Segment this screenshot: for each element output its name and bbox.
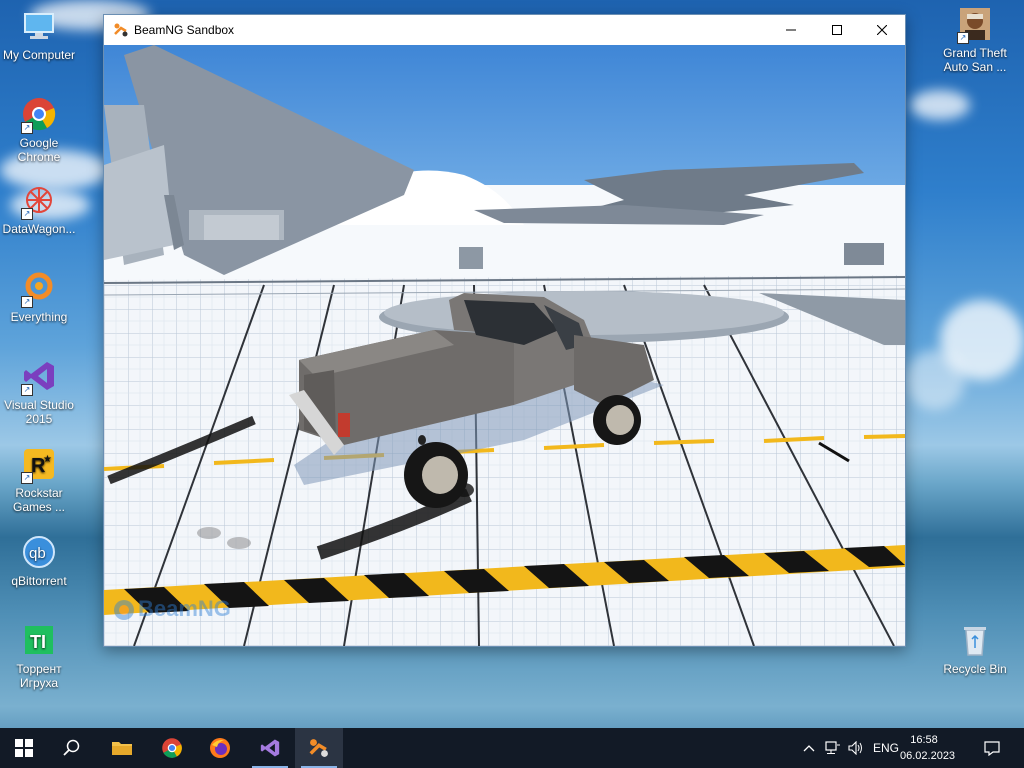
desktop-icon-visual-studio[interactable]: ↗ Visual Studio 2015 [0, 358, 81, 426]
desktop-icon-gta-san-andreas[interactable]: ↗ Grand Theft Auto San ... [933, 6, 1017, 74]
window-titlebar[interactable]: BeamNG Sandbox [104, 15, 905, 45]
notifications-button[interactable] [976, 728, 1008, 768]
datawagon-icon: ↗ [21, 182, 57, 220]
search-icon [63, 739, 80, 756]
chrome-icon [162, 738, 182, 758]
firefox-icon [210, 738, 230, 758]
desktop-icon-torrent-igruha[interactable]: TI Торрент Игруха [0, 622, 81, 690]
clock-time: 16:58 [910, 734, 938, 746]
shortcut-arrow-icon: ↗ [21, 472, 33, 484]
shortcut-arrow-icon: ↗ [21, 208, 33, 220]
desktop-icon-label: Recycle Bin [943, 662, 1007, 676]
visual-studio-icon: ↗ [21, 358, 57, 396]
network-icon [825, 741, 840, 754]
taskbar-visual-studio[interactable] [246, 728, 294, 768]
desktop-icon-label: Grand Theft Auto San ... [943, 46, 1007, 74]
taskbar-chrome[interactable] [148, 728, 196, 768]
tray-overflow-button[interactable] [798, 728, 820, 768]
taskbar-firefox[interactable] [196, 728, 244, 768]
close-icon [877, 25, 887, 35]
svg-text:★: ★ [43, 454, 52, 465]
shortcut-arrow-icon: ↗ [21, 122, 33, 134]
game-viewport[interactable]: BeamNG [104, 45, 905, 646]
beamng-app-icon [309, 739, 328, 757]
desktop-icon-everything[interactable]: ↗ Everything [0, 270, 81, 324]
beamng-watermark-logo [114, 600, 134, 620]
desktop-icon-recycle-bin[interactable]: Recycle Bin [933, 622, 1017, 676]
maximize-icon [832, 25, 842, 35]
desktop-icon-label: My Computer [2, 48, 76, 62]
network-button[interactable] [822, 728, 844, 768]
taskbar-file-explorer[interactable] [98, 728, 146, 768]
qbittorrent-icon: qb [21, 534, 57, 570]
svg-text:TI: TI [30, 632, 46, 652]
desktop-icon-google-chrome[interactable]: ↗ Google Chrome [0, 96, 81, 164]
windows-logo-icon [15, 739, 33, 757]
desktop-icon-label: qBittorrent [11, 574, 67, 588]
beamng-app-icon [113, 22, 129, 38]
shortcut-arrow-icon: ↗ [957, 32, 969, 44]
window-title: BeamNG Sandbox [134, 23, 235, 37]
clock[interactable]: 16:58 06.02.2023 [900, 732, 956, 764]
desktop-icon-label: Торрент Игруха [16, 662, 62, 690]
taskbar: ENG 16:58 06.02.2023 [0, 728, 1024, 768]
desktop-icon-label: Rockstar Games ... [12, 486, 65, 514]
desktop-icon-label: Everything [10, 310, 68, 324]
start-button[interactable] [0, 728, 48, 768]
svg-text:qb: qb [29, 545, 46, 562]
rockstar-icon: R ★ ↗ [21, 446, 57, 484]
minimize-button[interactable] [768, 15, 814, 45]
folder-icon [112, 742, 132, 755]
gta-san-andreas-icon: ↗ [957, 6, 993, 44]
torrent-igruha-icon: TI [21, 622, 57, 658]
everything-icon: ↗ [21, 270, 57, 308]
chevron-up-icon [803, 745, 815, 752]
chrome-icon: ↗ [21, 96, 57, 134]
visual-studio-icon [260, 739, 280, 757]
recycle-bin-icon [957, 622, 993, 658]
desktop-icon-label: DataWagon... [2, 222, 76, 236]
language-label: ENG [872, 741, 899, 755]
game-scene [104, 45, 905, 646]
shortcut-arrow-icon: ↗ [21, 384, 33, 396]
beamng-watermark: BeamNG [138, 596, 231, 621]
notification-icon [984, 741, 1000, 756]
taskbar-beamng[interactable] [295, 728, 343, 768]
desktop-icon-datawagon[interactable]: ↗ DataWagon... [0, 182, 81, 236]
desktop-icon-my-computer[interactable]: My Computer [0, 8, 81, 62]
search-button[interactable] [48, 728, 96, 768]
volume-button[interactable] [845, 728, 867, 768]
maximize-button[interactable] [814, 15, 860, 45]
language-indicator[interactable]: ENG [870, 728, 902, 768]
speaker-icon [848, 741, 862, 755]
desktop-icon-label: Visual Studio 2015 [4, 398, 74, 426]
shortcut-arrow-icon: ↗ [21, 296, 33, 308]
close-button[interactable] [859, 15, 905, 45]
desktop-icon-qbittorrent[interactable]: qb qBittorrent [0, 534, 81, 588]
clock-date: 06.02.2023 [900, 750, 956, 762]
minimize-icon [786, 29, 796, 31]
beamng-window[interactable]: BeamNG Sandbox BeamNG [103, 14, 906, 647]
desktop-icon-rockstar-games[interactable]: R ★ ↗ Rockstar Games ... [0, 446, 81, 514]
computer-icon [21, 8, 57, 44]
desktop-icon-label: Google Chrome [17, 136, 61, 164]
